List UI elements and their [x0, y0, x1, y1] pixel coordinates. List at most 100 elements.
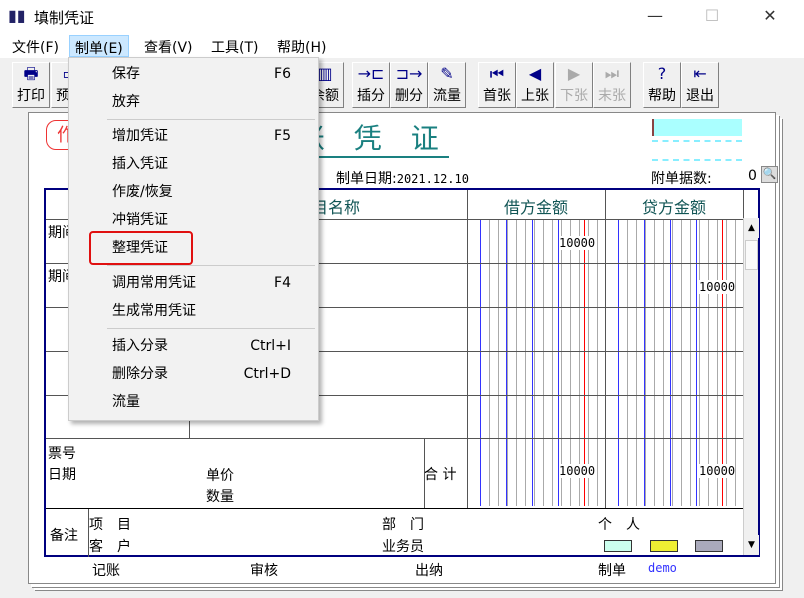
- menu-item-shortcut: Ctrl+I: [250, 338, 291, 354]
- note-icon[interactable]: [604, 540, 632, 552]
- menu-item[interactable]: 增加凭证 F5: [71, 123, 316, 150]
- toolbar-button-label: 删分: [395, 88, 423, 104]
- menu-help[interactable]: 帮助(H): [272, 35, 331, 57]
- toolbar-button-label: 流量: [433, 88, 461, 104]
- toolbar-button-printer[interactable]: 🖶 打印: [12, 62, 50, 108]
- divider: [467, 190, 468, 508]
- maker-label: 制单: [598, 563, 626, 579]
- search-icon[interactable]: 🔍: [761, 166, 778, 183]
- menu-voucher[interactable]: 制单(E): [69, 35, 129, 57]
- menu-view[interactable]: 查看(V): [139, 35, 198, 57]
- pen-icon[interactable]: [695, 540, 723, 552]
- menu-item-label: 调用常用凭证: [112, 275, 196, 291]
- maximize-button[interactable]: ☐: [698, 6, 726, 26]
- toolbar-button-help[interactable]: ? 帮助: [643, 62, 681, 108]
- toolbar-button-label: 退出: [686, 88, 714, 104]
- scroll-down-button[interactable]: ▼: [744, 535, 759, 555]
- cashier-label: 出纳: [415, 563, 443, 579]
- menu-item[interactable]: 放弃: [71, 89, 316, 116]
- total-debit: 10000: [559, 464, 596, 478]
- total-credit: 10000: [699, 464, 736, 478]
- toolbar-button-label: 插分: [357, 88, 385, 104]
- menu-item-label: 流量: [112, 394, 140, 410]
- toolbar-button-delete-entry[interactable]: ⊐→ 删分: [390, 62, 428, 108]
- attachments-count[interactable]: 0: [748, 168, 757, 184]
- entry-credit[interactable]: 10000: [699, 280, 736, 294]
- divider: [605, 190, 606, 508]
- toolbar-button-last[interactable]: ⏭ 末张: [593, 62, 631, 108]
- voucher-date[interactable]: 制单日期:2021.12.10: [336, 168, 469, 188]
- menu-item-label: 放弃: [112, 94, 140, 110]
- menu-item[interactable]: 删除分录 Ctrl+D: [71, 361, 316, 388]
- menu-item[interactable]: 插入凭证: [71, 151, 316, 178]
- person-label: 个 人: [598, 517, 640, 533]
- insert-entry-icon: →⊏: [357, 64, 385, 83]
- scrollbar-thumb[interactable]: [745, 240, 758, 270]
- salesperson-label: 业务员: [382, 539, 424, 555]
- ticket-label: 票号: [48, 446, 76, 462]
- menu-item[interactable]: 插入分录 Ctrl+I: [71, 333, 316, 360]
- toolbar-button-cash-flow[interactable]: ✎ 流量: [428, 62, 466, 108]
- toolbar-button-label: 首张: [483, 88, 511, 104]
- delete-entry-icon: ⊐→: [395, 64, 423, 83]
- notes-label: 备注: [50, 528, 78, 544]
- menu-item-label: 作废/恢复: [112, 184, 173, 200]
- toolbar-button-label: 帮助: [648, 88, 676, 104]
- maker-name: demo: [648, 561, 677, 575]
- scroll-up-button[interactable]: ▲: [744, 218, 759, 238]
- divider: [652, 159, 742, 161]
- toolbar-button-next[interactable]: ▶ 下张: [555, 62, 593, 108]
- menu-item[interactable]: 保存 F6: [71, 61, 316, 88]
- divider: [46, 438, 743, 439]
- card-icon[interactable]: [650, 540, 678, 552]
- exit-icon: ⇤: [693, 64, 707, 83]
- minimize-button[interactable]: —: [641, 6, 669, 26]
- toolbar-button-insert-entry[interactable]: →⊏ 插分: [352, 62, 390, 108]
- menu-item[interactable]: 冲销凭证: [71, 207, 316, 234]
- menu-item[interactable]: 调用常用凭证 F4: [71, 270, 316, 297]
- divider: [46, 508, 743, 509]
- cash-flow-icon: ✎: [440, 64, 454, 83]
- highlight-annotation: [89, 231, 193, 265]
- menu-separator: [107, 265, 315, 266]
- total-label: 合 计: [424, 467, 457, 483]
- menu-item-label: 删除分录: [112, 366, 168, 382]
- menu-item-label: 插入凭证: [112, 156, 168, 172]
- menu-item-label: 生成常用凭证: [112, 303, 196, 319]
- title-bar: ▮▮ 填制凭证 — ☐ ✕: [0, 0, 804, 32]
- debit-header: 借方金额: [503, 198, 568, 217]
- unit-price-label: 单价: [206, 468, 234, 484]
- previous-icon: ◀: [528, 64, 542, 83]
- first-icon: ⏮: [489, 64, 505, 83]
- printer-icon: 🖶: [23, 64, 39, 83]
- menu-item[interactable]: 流量: [71, 389, 316, 416]
- posting-label: 记账: [92, 563, 120, 579]
- toolbar-button-exit[interactable]: ⇤ 退出: [681, 62, 719, 108]
- menu-separator: [107, 328, 315, 329]
- review-label: 审核: [250, 563, 278, 579]
- last-icon: ⏭: [604, 64, 620, 83]
- menu-item-shortcut: Ctrl+D: [243, 366, 291, 382]
- menu-item[interactable]: 生成常用凭证: [71, 298, 316, 325]
- next-icon: ▶: [567, 64, 581, 83]
- quantity-label: 数量: [206, 489, 234, 505]
- menu-item-label: 增加凭证: [112, 128, 168, 144]
- menu-item-label: 冲销凭证: [112, 212, 168, 228]
- menu-file[interactable]: 文件(F): [7, 35, 64, 57]
- menu-separator: [107, 119, 315, 120]
- close-button[interactable]: ✕: [756, 6, 784, 26]
- window-title: 填制凭证: [34, 9, 95, 27]
- menu-tools[interactable]: 工具(T): [206, 35, 263, 57]
- toolbar-button-previous[interactable]: ◀ 上张: [516, 62, 554, 108]
- menu-item-shortcut: F5: [274, 128, 291, 144]
- attachments-label: 附单据数:: [651, 171, 712, 187]
- entry-debit[interactable]: 10000: [559, 236, 596, 250]
- credit-header: 贷方金额: [641, 198, 706, 217]
- voucher-number-field[interactable]: [652, 119, 742, 136]
- toolbar-button-label: 上张: [521, 88, 549, 104]
- menu-bar: 文件(F) 制单(E) 查看(V) 工具(T) 帮助(H): [0, 32, 804, 58]
- toolbar-button-label: 末张: [598, 88, 626, 104]
- menu-item[interactable]: 作废/恢复: [71, 179, 316, 206]
- vertical-scrollbar[interactable]: ▲ ▼: [743, 218, 759, 555]
- toolbar-button-first[interactable]: ⏮ 首张: [478, 62, 516, 108]
